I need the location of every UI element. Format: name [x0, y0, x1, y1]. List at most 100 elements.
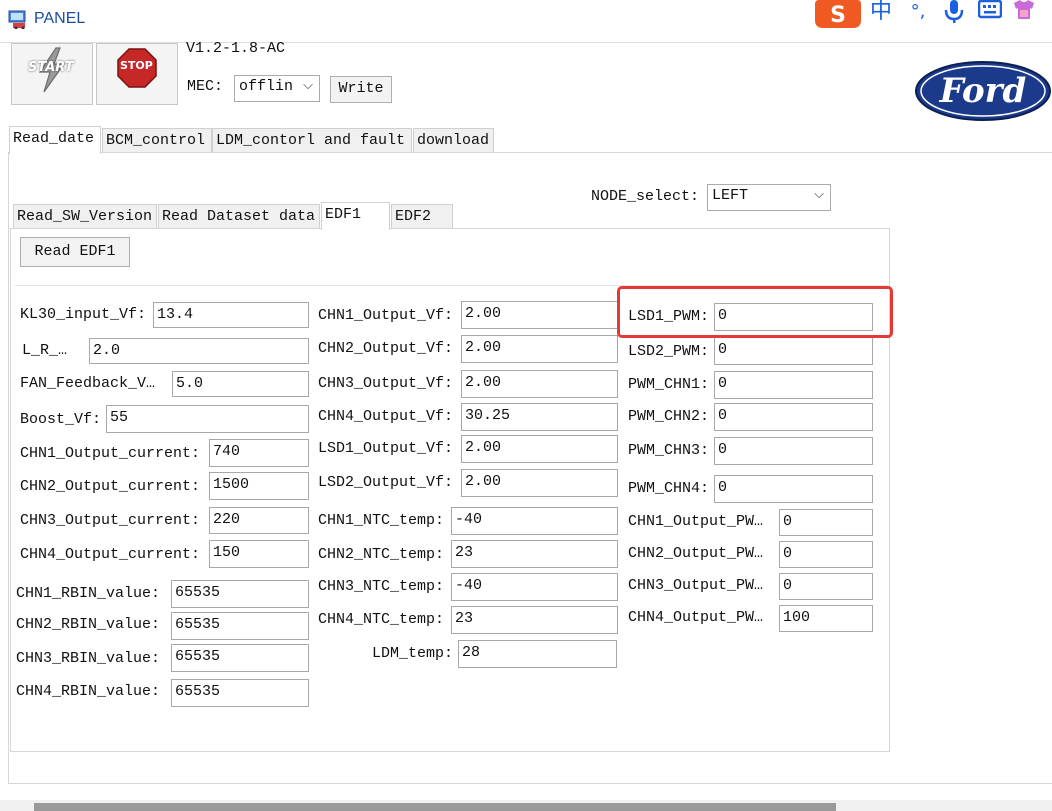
keyboard-icon[interactable]: [978, 0, 1002, 20]
tab-read-dataset-data[interactable]: Read Dataset data: [158, 204, 320, 228]
chn3-rbin-field[interactable]: 65535: [171, 644, 309, 672]
chn1-rbin-label: CHN1_RBIN_value:: [16, 585, 161, 602]
pwm-chn1-label: PWM_CHN1:: [628, 376, 710, 393]
chn4-output-pw-label: CHN4_Output_PW…: [628, 609, 764, 626]
pwm-chn2-label: PWM_CHN2:: [628, 408, 710, 425]
chn4-output-vf-field[interactable]: 30.25: [461, 403, 618, 431]
mec-label: MEC:: [187, 78, 224, 95]
version-label: V1.2-1.8-AC: [186, 40, 286, 57]
tab-read-sw-version[interactable]: Read_SW_Version: [13, 204, 157, 228]
chn1-ntc-temp-label: CHN1_NTC_temp:: [318, 512, 445, 529]
chn3-output-vf-field[interactable]: 2.00: [461, 370, 618, 398]
chn2-output-current-field[interactable]: 1500: [209, 472, 309, 500]
chn1-output-vf-field[interactable]: 2.00: [461, 301, 618, 329]
write-button[interactable]: Write: [330, 76, 392, 103]
node-select[interactable]: LEFT ⌵: [707, 184, 831, 211]
chn3-output-vf-label: CHN3_Output_Vf:: [318, 375, 454, 392]
kl30-input-label: KL30_input_Vf:: [20, 306, 147, 323]
ldm-temp-label: LDM_temp:: [372, 645, 454, 662]
chn2-ntc-temp-field[interactable]: 23: [451, 540, 618, 568]
fan-feedback-label: FAN_Feedback_V…: [20, 375, 156, 392]
l-r-label: L_R_…: [22, 342, 68, 359]
chn3-output-pw-label: CHN3_Output_PW…: [628, 577, 764, 594]
tab-bcm-control[interactable]: BCM_control: [102, 128, 212, 152]
sogou-ime-icon[interactable]: S: [815, 0, 861, 28]
pwm-chn1-field[interactable]: 0: [714, 371, 873, 399]
chn1-output-pw-field[interactable]: 0: [779, 509, 873, 536]
boost-vf-label: Boost_Vf:: [20, 411, 102, 428]
chn1-output-vf-label: CHN1_Output_Vf:: [318, 307, 454, 324]
chn3-output-pw-field[interactable]: 0: [779, 573, 873, 600]
lsd1-output-vf-field[interactable]: 2.00: [461, 435, 618, 463]
read-edf1-button[interactable]: Read EDF1: [20, 237, 130, 267]
chevron-down-icon: ⌵: [303, 78, 313, 93]
stop-label: STOP: [120, 59, 153, 72]
chn4-output-pw-field[interactable]: 100: [779, 605, 873, 632]
ford-logo: Ford: [915, 61, 1051, 121]
chn3-rbin-label: CHN3_RBIN_value:: [16, 650, 161, 667]
chn4-rbin-field[interactable]: 65535: [171, 679, 309, 707]
window-title: PANEL: [34, 10, 86, 27]
chn2-rbin-field[interactable]: 65535: [171, 612, 309, 640]
ford-logo-text: Ford: [939, 71, 1027, 111]
chn4-output-current-label: CHN4_Output_current:: [20, 546, 201, 563]
chn2-output-current-label: CHN2_Output_current:: [20, 478, 201, 495]
chn1-output-current-label: CHN1_Output_current:: [20, 445, 201, 462]
boost-vf-field[interactable]: 55: [106, 405, 309, 433]
lsd2-output-vf-label: LSD2_Output_Vf:: [318, 474, 454, 491]
lsd2-pwm-field[interactable]: 0: [714, 337, 873, 365]
chn4-ntc-temp-field[interactable]: 23: [451, 606, 618, 634]
chn4-ntc-temp-label: CHN4_NTC_temp:: [318, 611, 445, 628]
kl30-input-field[interactable]: 13.4: [153, 302, 309, 328]
pwm-chn3-field[interactable]: 0: [714, 437, 873, 465]
chn1-output-pw-label: CHN1_Output_PW…: [628, 513, 764, 530]
horizontal-scrollbar-thumb[interactable]: [34, 803, 836, 811]
stop-button[interactable]: STOP: [96, 43, 178, 105]
pwm-chn4-label: PWM_CHN4:: [628, 480, 710, 497]
chn1-ntc-temp-field[interactable]: -40: [451, 507, 618, 535]
chn2-output-vf-label: CHN2_Output_Vf:: [318, 340, 454, 357]
chn3-output-current-label: CHN3_Output_current:: [20, 512, 201, 529]
chn2-rbin-label: CHN2_RBIN_value:: [16, 616, 161, 633]
lsd2-pwm-label: LSD2_PWM:: [628, 343, 710, 360]
chn3-ntc-temp-label: CHN3_NTC_temp:: [318, 578, 445, 595]
chn4-output-vf-label: CHN4_Output_Vf:: [318, 408, 454, 425]
chn3-ntc-temp-field[interactable]: -40: [451, 573, 618, 601]
chn2-ntc-temp-label: CHN2_NTC_temp:: [318, 546, 445, 563]
tab-edf1[interactable]: EDF1: [321, 202, 390, 230]
chn4-rbin-label: CHN4_RBIN_value:: [16, 683, 161, 700]
lsd1-output-vf-label: LSD1_Output_Vf:: [318, 440, 454, 457]
svg-text:S: S: [830, 3, 846, 28]
highlight-box: [617, 286, 893, 338]
start-label: START: [28, 60, 74, 75]
microphone-icon[interactable]: [943, 0, 965, 24]
node-select-value: LEFT: [712, 187, 749, 204]
chn3-output-current-field[interactable]: 220: [209, 507, 309, 534]
tab-download[interactable]: download: [413, 128, 494, 152]
node-select-label: NODE_select:: [591, 188, 700, 205]
pwm-chn3-label: PWM_CHN3:: [628, 442, 710, 459]
mec-select[interactable]: offlin ⌵: [234, 75, 320, 102]
tab-read-date[interactable]: Read_date: [9, 126, 101, 154]
tab-edf2[interactable]: EDF2: [391, 204, 453, 228]
chn4-output-current-field[interactable]: 150: [209, 540, 309, 568]
tab-ldm-control-fault[interactable]: LDM_contorl and fault: [212, 128, 412, 152]
pwm-chn4-field[interactable]: 0: [714, 475, 873, 503]
ime-punct-icon[interactable]: °,: [903, 0, 933, 28]
chn2-output-pw-field[interactable]: 0: [779, 541, 873, 568]
skin-icon[interactable]: [1012, 0, 1036, 20]
pwm-chn2-field[interactable]: 0: [714, 403, 873, 431]
start-button[interactable]: START: [11, 43, 93, 105]
chevron-down-icon: ⌵: [814, 187, 824, 202]
chn2-output-vf-field[interactable]: 2.00: [461, 335, 618, 363]
fan-feedback-field[interactable]: 5.0: [172, 371, 309, 397]
ime-lang-icon[interactable]: 中: [866, 0, 896, 28]
lsd2-output-vf-field[interactable]: 2.00: [461, 469, 618, 497]
app-icon: [8, 10, 26, 29]
mec-select-value: offlin: [239, 78, 294, 95]
chn1-rbin-field[interactable]: 65535: [171, 580, 309, 608]
ldm-temp-field[interactable]: 28: [458, 640, 617, 668]
chn2-output-pw-label: CHN2_Output_PW…: [628, 545, 764, 562]
chn1-output-current-field[interactable]: 740: [209, 439, 309, 467]
l-r-field[interactable]: 2.0: [89, 338, 309, 364]
